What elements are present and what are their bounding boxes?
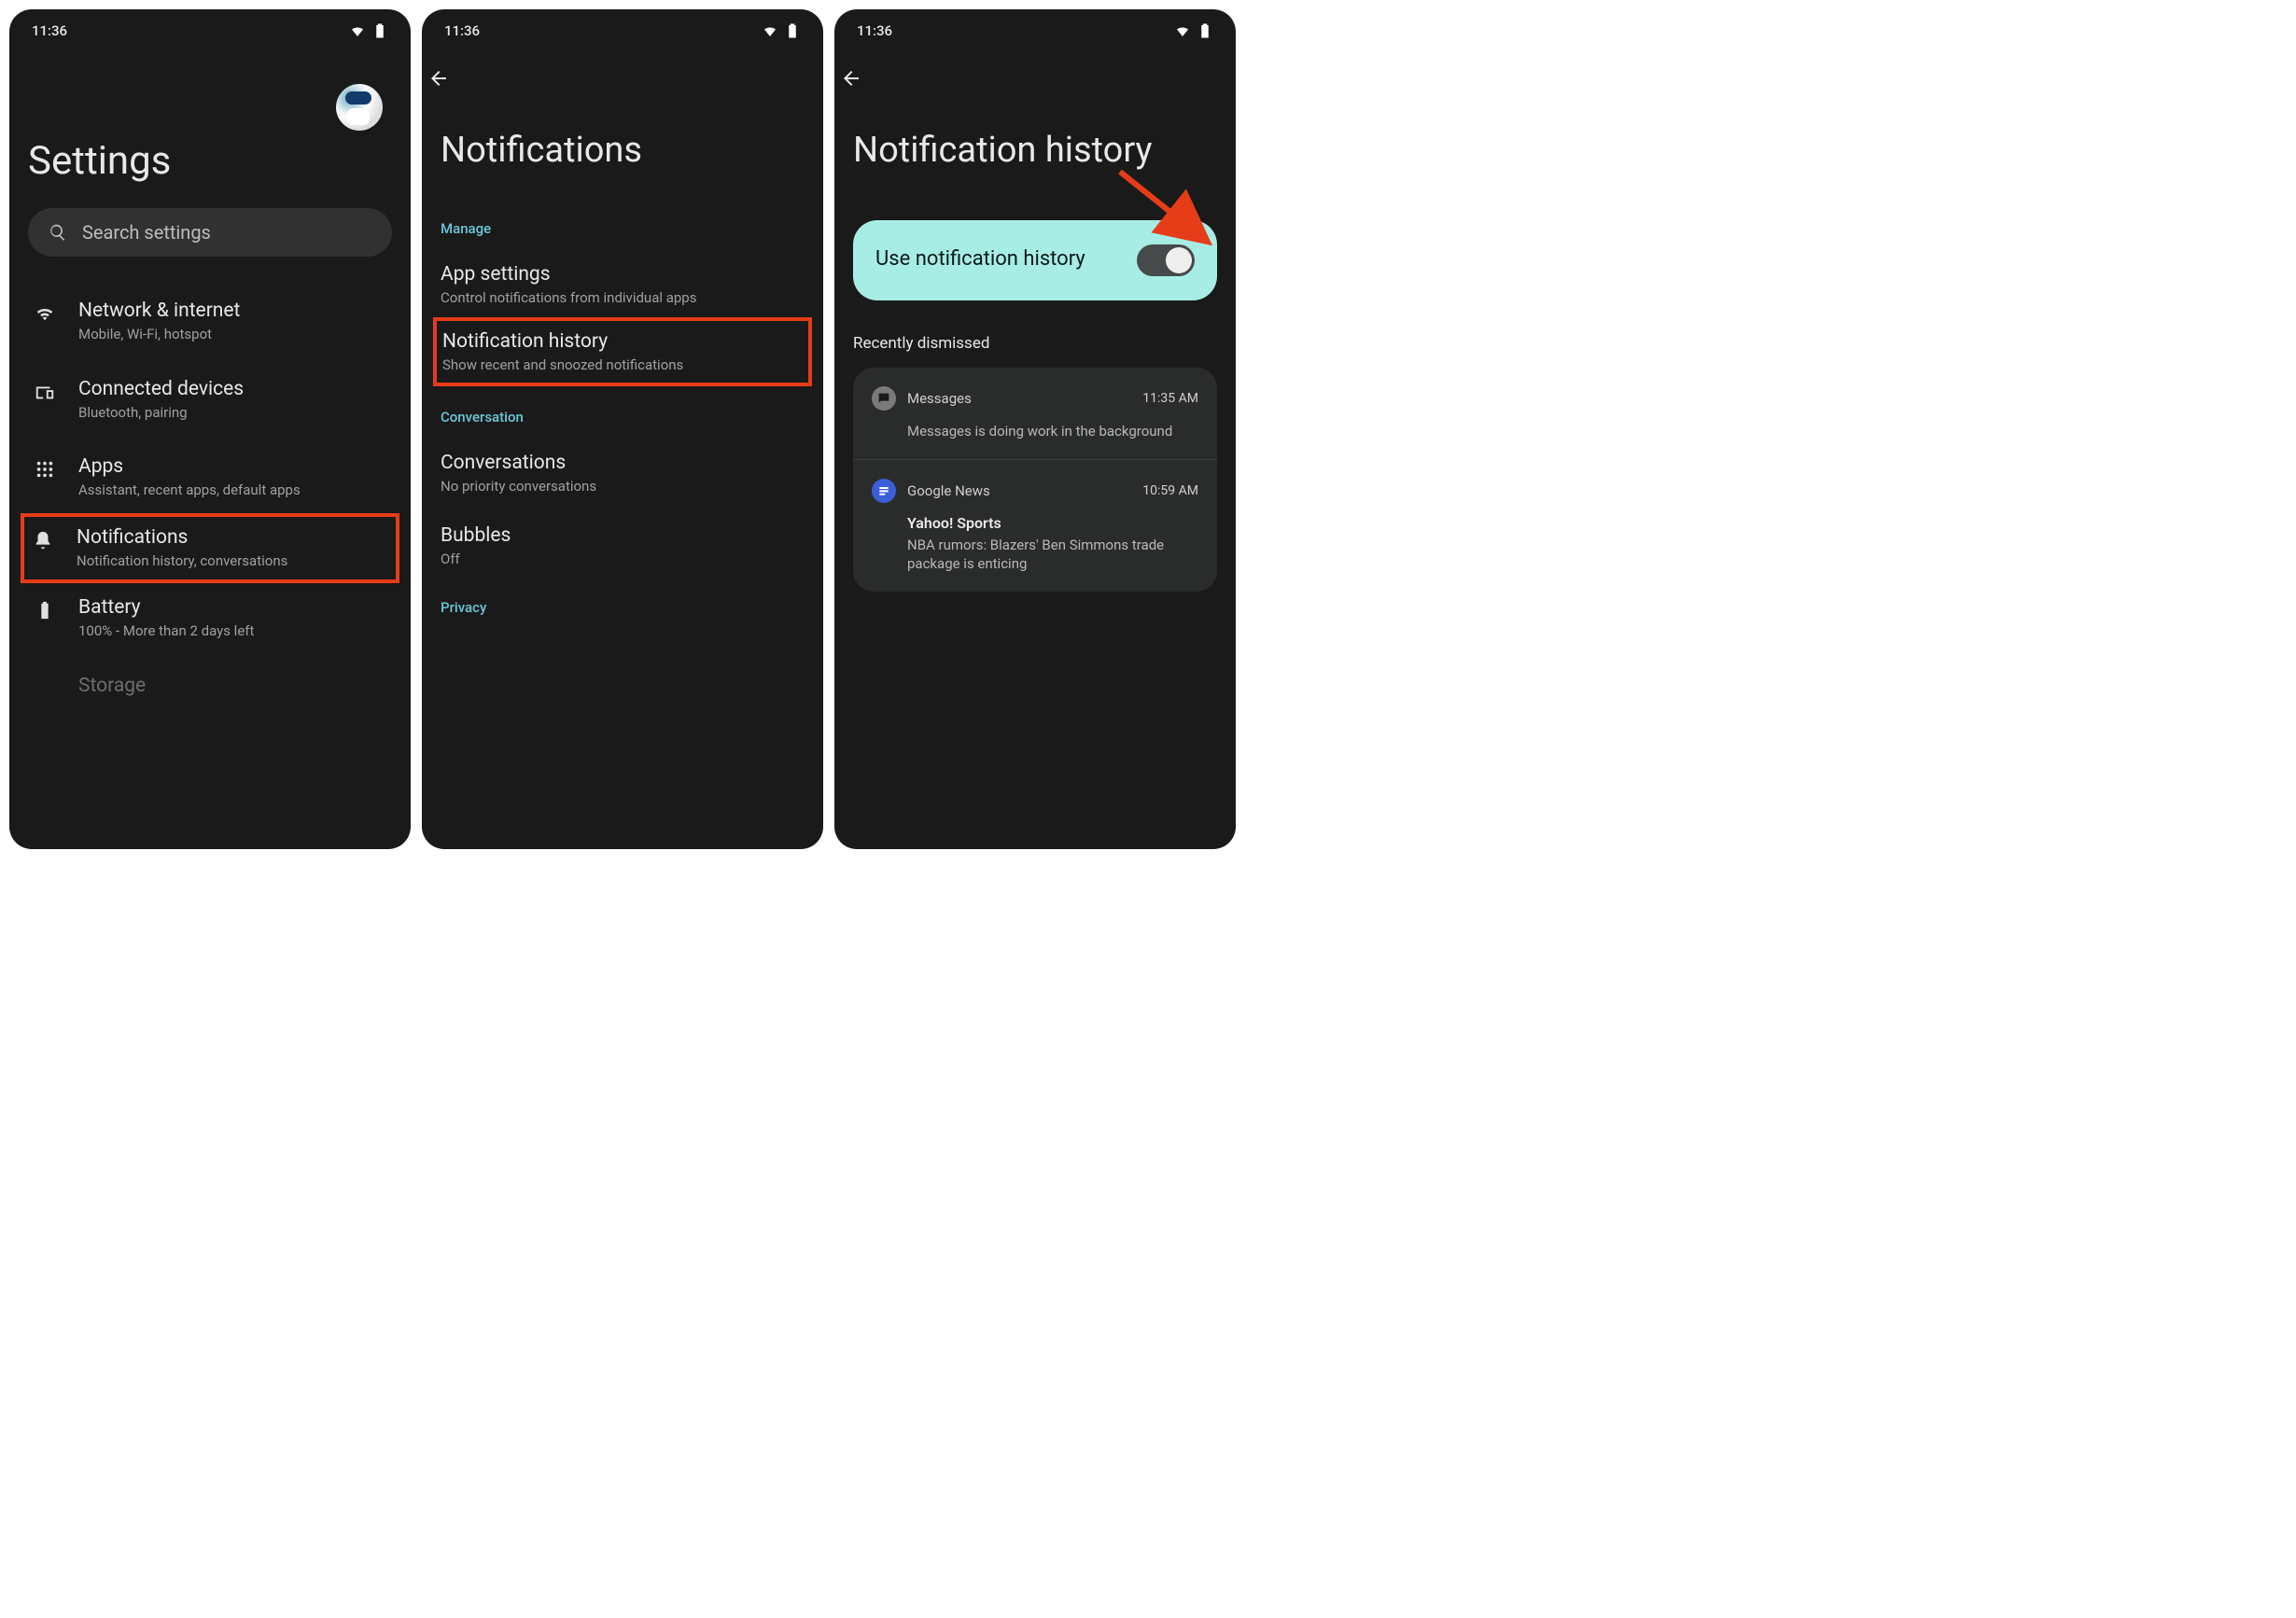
item-sub: 100% - More than 2 days left — [78, 622, 388, 641]
notifications-screen: 11:36 Notifications Manage App settings … — [422, 9, 823, 849]
battery-icon — [784, 22, 801, 39]
search-input[interactable]: Search settings — [28, 208, 392, 257]
item-sub: Off — [441, 551, 805, 567]
item-title: Connected devices — [78, 378, 388, 400]
item-title: Notifications — [77, 526, 390, 549]
notif-text: NBA rumors: Blazers' Ben Simmons trade p… — [907, 536, 1198, 574]
section-privacy: Privacy — [441, 599, 805, 616]
devices-icon — [35, 382, 55, 402]
battery-icon — [35, 600, 55, 621]
settings-item-apps[interactable]: Apps Assistant, recent apps, default app… — [28, 439, 392, 517]
notif-item-bubbles[interactable]: Bubbles Off — [441, 509, 805, 582]
page-title: Notifications — [441, 129, 805, 174]
back-button[interactable] — [840, 76, 862, 93]
settings-item-storage[interactable]: Storage — [28, 658, 392, 718]
section-conversation: Conversation — [441, 409, 805, 425]
search-icon — [49, 223, 67, 242]
notif-time: 10:59 AM — [1142, 483, 1198, 498]
settings-item-network[interactable]: Network & internet Mobile, Wi-Fi, hotspo… — [28, 283, 392, 361]
item-title: Storage — [78, 675, 388, 697]
history-switch[interactable] — [1137, 244, 1195, 276]
item-sub: Bluetooth, pairing — [78, 404, 388, 423]
item-title: Apps — [78, 455, 388, 478]
status-bar: 11:36 — [834, 9, 1236, 47]
bell-icon — [33, 530, 53, 551]
item-sub: Mobile, Wi-Fi, hotspot — [78, 326, 388, 344]
status-time: 11:36 — [32, 22, 67, 39]
history-toggle-card[interactable]: Use notification history — [853, 220, 1217, 300]
item-title: Conversations — [441, 452, 805, 474]
page-title: Settings — [28, 138, 392, 184]
wifi-icon — [762, 22, 778, 39]
notif-item-history[interactable]: Notification history Show recent and sno… — [433, 317, 812, 386]
settings-item-battery[interactable]: Battery 100% - More than 2 days left — [28, 579, 392, 658]
notif-item-conversations[interactable]: Conversations No priority conversations — [441, 437, 805, 509]
notif-item-app-settings[interactable]: App settings Control notifications from … — [441, 248, 805, 321]
notification-history-screen: 11:36 Notification history Use notificat… — [834, 9, 1236, 849]
wifi-icon — [349, 22, 366, 39]
status-icons — [349, 22, 388, 39]
profile-avatar[interactable] — [336, 84, 383, 131]
notif-time: 11:35 AM — [1142, 391, 1198, 406]
arrow-left-icon — [840, 67, 862, 90]
item-title: Network & internet — [78, 300, 388, 322]
status-time: 11:36 — [444, 22, 480, 39]
callout-arrow-icon — [1111, 162, 1223, 256]
item-sub: Assistant, recent apps, default apps — [78, 481, 388, 500]
status-icons — [1174, 22, 1213, 39]
section-manage: Manage — [441, 220, 805, 237]
messages-app-icon — [872, 386, 896, 411]
settings-item-notifications[interactable]: Notifications Notification history, conv… — [21, 513, 399, 584]
search-placeholder: Search settings — [82, 221, 211, 244]
item-sub: Show recent and snoozed notifications — [442, 356, 803, 373]
dismissed-list: Messages 11:35 AM Messages is doing work… — [853, 368, 1217, 593]
battery-icon — [371, 22, 388, 39]
battery-icon — [1197, 22, 1213, 39]
settings-screen: 11:36 Settings Search settings Network &… — [9, 9, 411, 849]
item-title: Bubbles — [441, 524, 805, 547]
page-title: Notification history — [853, 129, 1217, 174]
settings-item-connected-devices[interactable]: Connected devices Bluetooth, pairing — [28, 361, 392, 439]
arrow-left-icon — [427, 67, 450, 90]
notif-title: Yahoo! Sports — [907, 514, 1198, 532]
status-bar: 11:36 — [422, 9, 823, 47]
item-sub: No priority conversations — [441, 478, 805, 495]
apps-icon — [35, 459, 55, 480]
status-bar: 11:36 — [9, 9, 411, 47]
notif-app-name: Google News — [907, 482, 1131, 499]
notification-item[interactable]: Messages 11:35 AM Messages is doing work… — [853, 368, 1217, 460]
dismissed-header: Recently dismissed — [853, 334, 1217, 353]
item-sub: Notification history, conversations — [77, 552, 390, 571]
wifi-icon — [35, 303, 55, 324]
toggle-label: Use notification history — [875, 246, 1085, 273]
item-title: App settings — [441, 263, 805, 286]
google-news-app-icon — [872, 479, 896, 503]
status-time: 11:36 — [857, 22, 892, 39]
notif-text: Messages is doing work in the background — [907, 422, 1198, 440]
back-button[interactable] — [427, 76, 450, 93]
notification-item[interactable]: Google News 10:59 AM Yahoo! Sports NBA r… — [853, 460, 1217, 593]
item-sub: Control notifications from individual ap… — [441, 289, 805, 306]
item-title: Notification history — [442, 330, 803, 353]
status-icons — [762, 22, 801, 39]
item-title: Battery — [78, 596, 388, 619]
wifi-icon — [1174, 22, 1191, 39]
notif-app-name: Messages — [907, 390, 1131, 407]
